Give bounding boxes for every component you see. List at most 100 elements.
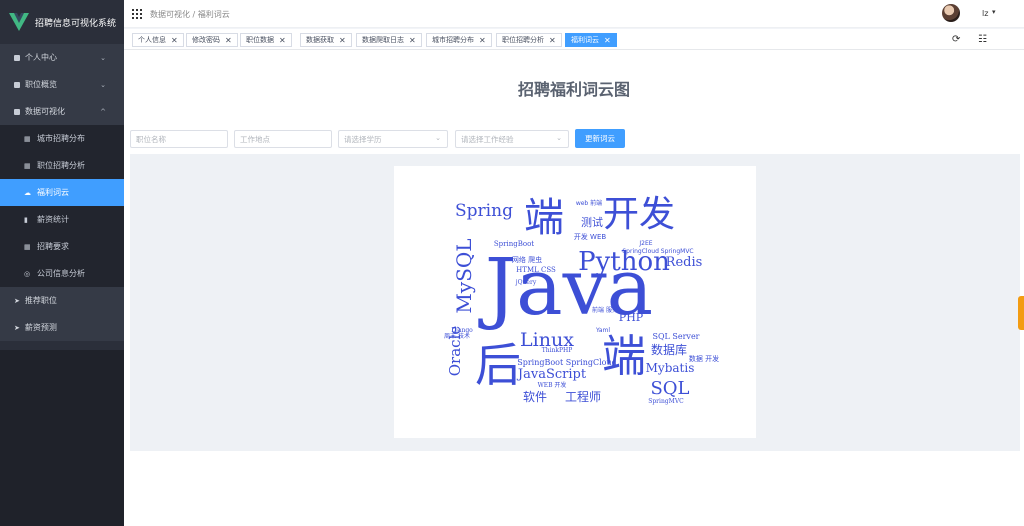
sidebar-item-label: 招聘要求 (37, 242, 69, 251)
app-title: 招聘信息可视化系统 (35, 18, 117, 29)
tag-label: 福利词云 (571, 36, 599, 44)
update-wordcloud-button[interactable]: 更新词云 (575, 129, 625, 148)
sidebar-item-label: 薪资统计 (37, 215, 69, 224)
sidebar-item-label: 数据可视化 (25, 107, 65, 116)
wordcloud-word: 网络 爬虫 (512, 255, 542, 264)
wordcloud-word: WEB 开发 (538, 381, 567, 389)
page-title: 招聘福利词云图 (517, 80, 630, 99)
user-name[interactable]: lz (982, 9, 988, 18)
square-icon (14, 81, 20, 88)
sidebar-item-2[interactable]: 数据可视化 ^ (0, 98, 124, 125)
sidebar-item-label: 个人中心 (25, 53, 57, 62)
sidebar-subitem-7[interactable]: ▦ 招聘要求 (0, 233, 124, 260)
settings-sliders-icon[interactable]: ☷ (978, 34, 987, 45)
wordcloud-word: J2EE (638, 240, 652, 247)
square-icon (14, 108, 20, 115)
close-icon[interactable]: ✕ (549, 36, 556, 45)
close-icon[interactable]: ✕ (409, 36, 416, 45)
wordcloud-word: PHP (619, 311, 644, 324)
sidebar-background (0, 350, 124, 526)
wordcloud-word: 开发 WEB (574, 232, 607, 241)
position-name-placeholder: 职位名称 (136, 134, 166, 144)
tag-6[interactable]: 职位招聘分析 ✕ (496, 33, 562, 47)
work-location-placeholder: 工作地点 (240, 134, 270, 144)
close-icon[interactable]: ✕ (225, 36, 232, 45)
education-select[interactable]: 请选择学历 ⌄ (338, 130, 448, 148)
wordcloud-word: SQL Server (652, 332, 699, 341)
wordcloud-word: SpringBoot SpringCloud (517, 358, 617, 367)
sidebar-subitem-3[interactable]: ▦ 城市招聘分布 (0, 125, 124, 152)
tag-3[interactable]: 数据获取 ✕ (300, 33, 352, 47)
breadcrumb: 数据可视化 / 福利词云 (150, 10, 230, 19)
hamburger-grid-icon[interactable] (132, 9, 142, 19)
position-name-input[interactable]: 职位名称 (130, 130, 228, 148)
sidebar-subitem-4[interactable]: ▦ 职位招聘分析 (0, 152, 124, 179)
chevron-down-icon: ⌄ (100, 53, 106, 62)
tag-label: 职位数据 (246, 36, 274, 44)
chevron-up-icon: ^ (100, 107, 106, 116)
wordcloud-word: 周末 技术 (444, 332, 470, 340)
sidebar-item-10[interactable]: ➤ 薪资预测 (0, 314, 124, 341)
close-icon[interactable]: ✕ (279, 36, 286, 45)
tag-4[interactable]: 数据爬取日志 ✕ (356, 33, 422, 47)
wordcloud-word: 开发 (603, 194, 675, 235)
wordcloud-word: 后 (475, 338, 521, 392)
tag-0[interactable]: 个人信息 ✕ (132, 33, 184, 47)
wordcloud-word: Spring (455, 201, 513, 221)
tag-label: 修改密码 (192, 36, 220, 44)
wordcloud-word: 工程师 (565, 389, 601, 404)
wordcloud-word: web 前端 (576, 199, 602, 207)
chevron-down-icon: ⌄ (100, 80, 106, 89)
wordcloud-word: SpringMVC (648, 398, 684, 405)
experience-placeholder: 请选择工作经验 (461, 134, 514, 144)
grid-icon: ▦ (24, 242, 31, 251)
wordcloud-word: 前端 服务 (592, 306, 618, 314)
chevron-down-icon: ⌄ (556, 134, 562, 142)
work-location-input[interactable]: 工作地点 (234, 130, 332, 148)
wordcloud-word: 数据 开发 (689, 354, 719, 363)
tag-2[interactable]: 职位数据 ✕ (240, 33, 292, 47)
tag-7[interactable]: 福利词云 ✕ (565, 33, 617, 47)
sidebar-menu: 个人中心 ⌄ 职位概览 ⌄ 数据可视化 ^ ▦ 城市招聘分布 ▦ 职位招聘分析 ☁ 福利词云 ▮ 薪资统计… (0, 44, 124, 341)
chart-icon: ▮ (24, 215, 28, 224)
sidebar-item-label: 职位招聘分析 (37, 161, 85, 170)
wordcloud-word: ThinkPHP (542, 347, 573, 354)
main-content: 招聘福利词云图 职位名称 工作地点 请选择学历 ⌄ 请选择工作经验 ⌄ 更新词云… (124, 50, 1024, 526)
sidebar-item-1[interactable]: 职位概览 ⌄ (0, 71, 124, 98)
cloud-icon: ☁ (24, 188, 31, 197)
tag-5[interactable]: 城市招聘分布 ✕ (426, 33, 492, 47)
chevron-down-icon: ⌄ (435, 134, 441, 142)
sidebar-item-label: 城市招聘分布 (37, 134, 85, 143)
refresh-icon[interactable]: ⟳ (952, 34, 960, 45)
close-icon[interactable]: ✕ (339, 36, 346, 45)
wordcloud-word: SQL (650, 378, 689, 399)
user-dropdown-caret-icon[interactable]: ▾ (992, 8, 996, 16)
wordcloud-word: Yaml (595, 327, 610, 334)
vue-logo-icon (8, 11, 30, 33)
sidebar-item-label: 公司信息分析 (37, 269, 85, 278)
sidebar-subitem-5[interactable]: ☁ 福利词云 (0, 179, 124, 206)
wordcloud-word: HTML CSS (516, 266, 556, 274)
tag-label: 数据爬取日志 (362, 36, 404, 44)
wordcloud-word: SpringBoot (494, 240, 534, 248)
wordcloud-word: jQuery (515, 279, 537, 286)
close-icon[interactable]: ✕ (171, 36, 178, 45)
tag-1[interactable]: 修改密码 ✕ (186, 33, 238, 47)
sidebar-item-0[interactable]: 个人中心 ⌄ (0, 44, 124, 71)
close-icon[interactable]: ✕ (604, 36, 611, 45)
experience-select[interactable]: 请选择工作经验 ⌄ (455, 130, 569, 148)
top-navbar: 数据可视化 / 福利词云 lz ▾ (124, 0, 1024, 28)
brand: 招聘信息可视化系统 (0, 0, 124, 44)
wordcloud-word: SpringCloud SpringMVC (622, 248, 693, 255)
tag-label: 城市招聘分布 (432, 36, 474, 44)
avatar[interactable] (942, 4, 960, 22)
wordcloud-word: JavaScript (516, 367, 587, 382)
send-icon: ➤ (14, 296, 20, 305)
side-drawer-handle[interactable] (1018, 296, 1024, 330)
square-icon (14, 54, 20, 61)
wordcloud-word: 端 (602, 331, 646, 382)
sidebar-subitem-8[interactable]: ◎ 公司信息分析 (0, 260, 124, 287)
close-icon[interactable]: ✕ (479, 36, 486, 45)
sidebar-item-9[interactable]: ➤ 推荐职位 (0, 287, 124, 314)
sidebar-subitem-6[interactable]: ▮ 薪资统计 (0, 206, 124, 233)
